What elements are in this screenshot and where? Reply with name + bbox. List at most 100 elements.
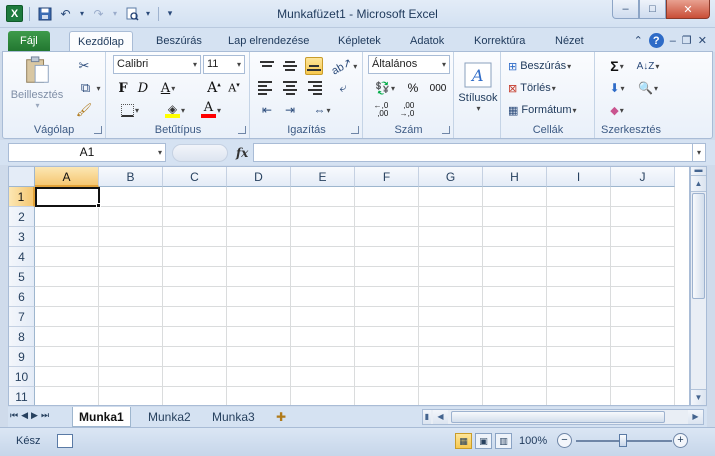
cell-a5[interactable] (35, 267, 99, 287)
workbook-close-icon[interactable]: ✕ (698, 34, 707, 47)
row-header-8[interactable]: 8 (9, 327, 35, 347)
cell-e9[interactable] (291, 347, 355, 367)
cell-d6[interactable] (227, 287, 291, 307)
cell-b1[interactable] (99, 187, 163, 207)
cell-c5[interactable] (163, 267, 227, 287)
cell-g8[interactable] (419, 327, 483, 347)
sheet-tab-munka3[interactable]: Munka3 (206, 407, 261, 427)
cell-g1[interactable] (419, 187, 483, 207)
cell-f10[interactable] (355, 367, 419, 387)
cell-g10[interactable] (419, 367, 483, 387)
normal-view-button[interactable]: ▦ (455, 433, 472, 449)
close-button[interactable]: ✕ (666, 0, 710, 19)
paste-dropdown-icon[interactable]: ▾ (35, 101, 39, 110)
cell-f7[interactable] (355, 307, 419, 327)
row-header-5[interactable]: 5 (9, 267, 35, 287)
thousands-separator-button[interactable]: 000 (426, 78, 450, 98)
row-header-1[interactable]: 1 (9, 187, 35, 207)
scroll-left-icon[interactable]: ◀ (433, 410, 448, 424)
cell-g4[interactable] (419, 247, 483, 267)
maximize-button[interactable]: □ (639, 0, 666, 19)
cell-e6[interactable] (291, 287, 355, 307)
cell-i11[interactable] (547, 387, 611, 405)
tab-formulas[interactable]: Képletek (330, 31, 389, 52)
cell-e10[interactable] (291, 367, 355, 387)
cell-f4[interactable] (355, 247, 419, 267)
cell-b9[interactable] (99, 347, 163, 367)
number-launcher-icon[interactable] (442, 126, 450, 134)
column-header-d[interactable]: D (227, 167, 291, 187)
cell-g3[interactable] (419, 227, 483, 247)
delete-cells-button[interactable]: ⊠ Törlés ▾ (508, 78, 590, 98)
clear-button[interactable]: ◆ ▾ (604, 100, 630, 120)
merge-center-button[interactable]: ⇔ ▾ (307, 100, 337, 120)
cell-j6[interactable] (611, 287, 675, 307)
font-name-select[interactable]: Calibri ▾ (113, 55, 201, 74)
horizontal-scroll-thumb[interactable] (451, 411, 665, 423)
cell-f11[interactable] (355, 387, 419, 405)
cell-g2[interactable] (419, 207, 483, 227)
cell-c3[interactable] (163, 227, 227, 247)
fill-color-button[interactable]: ◈ ▾ (159, 100, 191, 120)
cell-h2[interactable] (483, 207, 547, 227)
cell-j8[interactable] (611, 327, 675, 347)
cell-i7[interactable] (547, 307, 611, 327)
cell-a10[interactable] (35, 367, 99, 387)
cell-d2[interactable] (227, 207, 291, 227)
bold-button[interactable]: F (115, 78, 131, 98)
italic-button[interactable]: D (135, 78, 151, 98)
cell-i5[interactable] (547, 267, 611, 287)
cell-i3[interactable] (547, 227, 611, 247)
increase-indent-button[interactable]: ⇥ (280, 100, 300, 120)
decrease-font-button[interactable]: A▾ (225, 78, 243, 98)
column-header-a[interactable]: A (35, 167, 99, 187)
split-handle-horizontal[interactable]: ▮ (423, 410, 431, 424)
cell-c7[interactable] (163, 307, 227, 327)
insert-cells-button[interactable]: ⊞ Beszúrás ▾ (508, 56, 590, 76)
cell-j9[interactable] (611, 347, 675, 367)
cell-f3[interactable] (355, 227, 419, 247)
cell-h11[interactable] (483, 387, 547, 405)
page-break-preview-button[interactable]: ▥ (495, 433, 512, 449)
cell-h3[interactable] (483, 227, 547, 247)
borders-button[interactable]: ▾ (115, 100, 145, 120)
name-box-dropdown-icon[interactable]: ▾ (158, 144, 162, 161)
percent-button[interactable]: % (404, 78, 422, 98)
first-sheet-icon[interactable]: ⏮ (10, 410, 18, 421)
cell-d10[interactable] (227, 367, 291, 387)
cell-c11[interactable] (163, 387, 227, 405)
cell-a8[interactable] (35, 327, 99, 347)
align-left-button[interactable] (257, 78, 277, 98)
worksheet-grid[interactable]: ABCDEFGHIJ 1 2 3 4 5 6 7 8 9 10 11 (8, 166, 690, 406)
cell-j1[interactable] (611, 187, 675, 207)
cell-g7[interactable] (419, 307, 483, 327)
number-format-select[interactable]: Általános ▾ (368, 55, 450, 74)
horizontal-scrollbar[interactable]: ▮ ◀ ▶ (422, 409, 704, 425)
cell-i2[interactable] (547, 207, 611, 227)
expand-formula-bar-icon[interactable]: ▾ (692, 143, 706, 162)
cell-e5[interactable] (291, 267, 355, 287)
increase-decimal-button[interactable]: ←,0,00 (370, 100, 392, 120)
cell-j2[interactable] (611, 207, 675, 227)
cell-e7[interactable] (291, 307, 355, 327)
cell-g11[interactable] (419, 387, 483, 405)
cell-b8[interactable] (99, 327, 163, 347)
column-header-c[interactable]: C (163, 167, 227, 187)
autosum-button[interactable]: Σ ▾ (604, 56, 630, 76)
font-launcher-icon[interactable] (238, 126, 246, 134)
cell-b5[interactable] (99, 267, 163, 287)
row-header-11[interactable]: 11 (9, 387, 35, 405)
cell-c2[interactable] (163, 207, 227, 227)
cell-h8[interactable] (483, 327, 547, 347)
minimize-button[interactable]: – (612, 0, 639, 19)
cell-h5[interactable] (483, 267, 547, 287)
cell-f9[interactable] (355, 347, 419, 367)
prev-sheet-icon[interactable]: ◀ (21, 410, 28, 421)
tab-data[interactable]: Adatok (402, 31, 452, 52)
cell-i8[interactable] (547, 327, 611, 347)
decrease-decimal-button[interactable]: ,00 →,0 (396, 100, 418, 120)
record-macro-icon[interactable] (57, 434, 73, 448)
cell-i10[interactable] (547, 367, 611, 387)
format-painter-button[interactable]: 🖌 (73, 100, 95, 120)
cell-j11[interactable] (611, 387, 675, 405)
